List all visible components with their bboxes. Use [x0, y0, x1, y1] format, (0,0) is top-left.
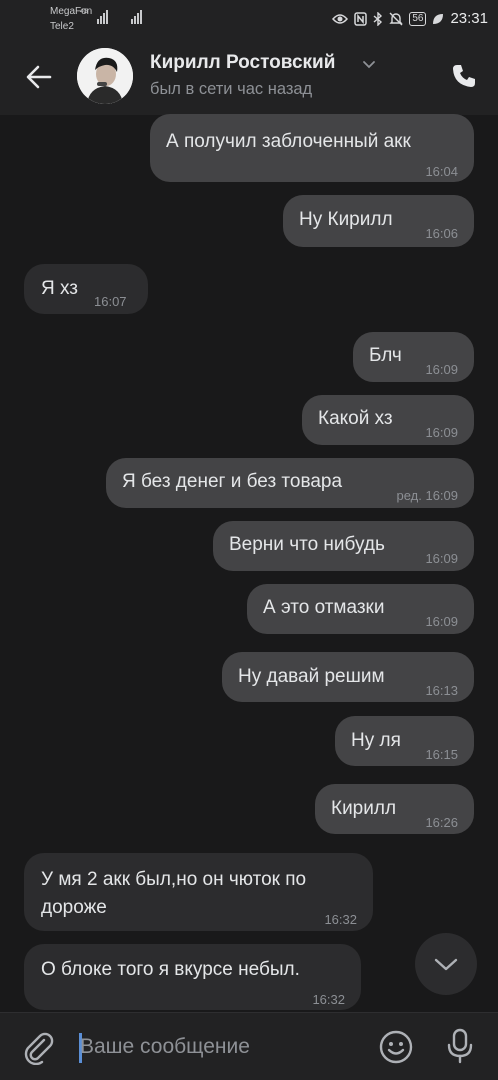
message-bubble-outgoing[interactable]: Ну ля 16:15: [335, 716, 474, 766]
mute-icon: [389, 12, 404, 25]
signal-icon: [131, 8, 142, 24]
message-time: 16:09: [425, 614, 458, 629]
chevron-down-icon: [434, 958, 458, 971]
message-bubble-incoming[interactable]: У мя 2 акк был,но он чюток по дороже 16:…: [24, 853, 373, 931]
message-bubble-outgoing[interactable]: Я без денег и без товара ред. 16:09: [106, 458, 474, 508]
message-time: 16:32: [324, 912, 357, 927]
microphone-icon[interactable]: [444, 1027, 476, 1065]
message-bubble-outgoing[interactable]: А это отмазки 16:09: [247, 584, 474, 634]
message-time: 16:06: [425, 226, 458, 241]
message-text: У мя 2 акк был,но он чюток по дороже: [41, 869, 307, 918]
message-text: Ну Кирилл: [299, 209, 393, 230]
clock: 23:31: [450, 10, 488, 27]
message-bubble-outgoing[interactable]: Блч 16:09: [353, 332, 474, 382]
phone-icon[interactable]: [450, 62, 478, 90]
nfc-icon: [354, 11, 368, 26]
message-bubble-outgoing[interactable]: Кирилл 16:26: [315, 784, 474, 834]
message-bubble-outgoing[interactable]: Ну Кирилл 16:06: [283, 195, 474, 247]
message-text: Я хз: [41, 278, 78, 299]
leaf-icon: [433, 13, 444, 24]
message-bubble-outgoing[interactable]: Верни что нибудь 16:09: [213, 521, 474, 571]
message-text: Я без денег и без товара: [122, 471, 343, 492]
message-bubble-outgoing[interactable]: А получил заблоченный акк 16:04: [150, 114, 474, 182]
message-time: 16:26: [425, 815, 458, 830]
message-text: Кирилл: [331, 798, 397, 819]
chat-header: Кирилл Ростовский был в сети час назад: [0, 38, 498, 115]
signal-icon: [97, 8, 108, 24]
message-text: Верни что нибудь: [229, 534, 385, 555]
contact-status: был в сети час назад: [150, 80, 313, 98]
message-time: 16:09: [425, 362, 458, 377]
message-time: ред. 16:09: [396, 488, 458, 503]
message-time: 16:07: [94, 294, 127, 309]
message-bubble-outgoing[interactable]: Ну давай решим 16:13: [222, 652, 474, 702]
message-time: 16:13: [425, 683, 458, 698]
message-text: Какой хз: [318, 408, 393, 429]
message-time: 16:09: [425, 551, 458, 566]
bluetooth-icon: [373, 11, 383, 26]
message-input[interactable]: [80, 1027, 360, 1067]
message-text: Ну давай решим: [238, 666, 385, 687]
eye-icon: [332, 13, 349, 24]
message-time: 16:04: [425, 164, 458, 179]
paperclip-icon[interactable]: [22, 1031, 56, 1065]
message-bubble-outgoing[interactable]: Какой хз 16:09: [302, 395, 474, 445]
message-time: 16:09: [425, 425, 458, 440]
message-text: А это отмазки: [263, 597, 385, 618]
scroll-to-bottom-button[interactable]: [415, 933, 477, 995]
message-composer: [0, 1012, 498, 1080]
emoji-icon[interactable]: [378, 1029, 414, 1065]
message-text: Блч: [369, 345, 402, 366]
message-text: А получил заблоченный акк: [166, 131, 411, 152]
message-bubble-incoming[interactable]: О блоке того я вкурсе небыл. 16:32: [24, 944, 361, 1010]
message-bubble-incoming[interactable]: Я хз 16:07: [24, 264, 148, 314]
back-arrow-icon[interactable]: [24, 62, 54, 92]
battery-icon: 56: [409, 11, 427, 26]
message-time: 16:32: [312, 992, 345, 1007]
message-text: О блоке того я вкурсе небыл.: [41, 959, 300, 980]
network-type: 4G: [80, 9, 89, 15]
carrier-2: Tele2: [50, 21, 74, 32]
status-bar: MegaFon Tele2 4G 56 23:31: [0, 0, 498, 38]
avatar[interactable]: [77, 48, 133, 104]
chevron-down-icon[interactable]: [362, 57, 376, 71]
contact-name[interactable]: Кирилл Ростовский: [150, 52, 335, 74]
message-time: 16:15: [425, 747, 458, 762]
message-text: Ну ля: [351, 730, 401, 751]
